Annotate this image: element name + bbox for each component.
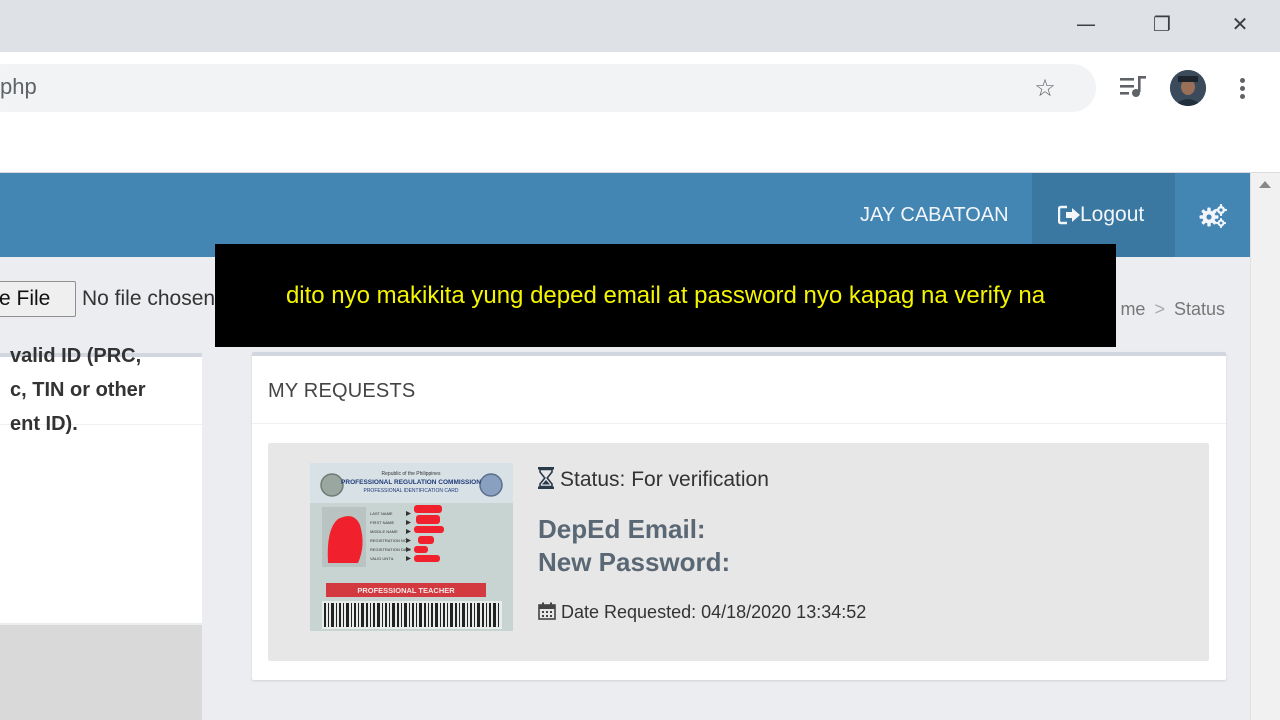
hourglass-icon	[538, 467, 554, 489]
user-name[interactable]: JAY CABATOAN	[860, 204, 1009, 227]
my-requests-box: MY REQUESTS Republic of the Philippines …	[252, 352, 1226, 680]
breadcrumb-current: Status	[1173, 299, 1225, 319]
choose-file-button[interactable]: e File	[0, 281, 76, 317]
card-type: PROFESSIONAL IDENTIFICATION CARD	[363, 488, 458, 494]
restore-button[interactable]: ❐	[1142, 6, 1182, 42]
card-field-5: VALID UNTIL	[370, 556, 395, 561]
card-profession: PROFESSIONAL TEACHER	[357, 586, 455, 595]
close-button[interactable]: ✕	[1220, 6, 1260, 42]
requests-divider	[252, 423, 1226, 424]
card-field-4: REGISTRATION DATE	[370, 547, 412, 552]
date-requested-text: Date Requested: 04/18/2020 13:34:52	[561, 602, 867, 622]
logout-label: Logout	[1080, 203, 1145, 226]
card-field-1: FIRST NAME	[370, 520, 394, 525]
breadcrumb: me > Status	[1120, 299, 1225, 320]
kebab-menu-icon[interactable]	[1232, 72, 1252, 104]
card-field-0: LAST NAME	[370, 511, 393, 516]
status-text: Status: For verification	[560, 468, 769, 491]
video-subtitle: dito nyo makikita yung deped email at pa…	[215, 244, 1116, 347]
deped-email-label: DepEd Email:	[538, 514, 706, 544]
minimize-button[interactable]: —	[1066, 6, 1106, 42]
star-icon[interactable]: ☆	[1030, 76, 1060, 100]
new-password-label: New Password:	[538, 547, 731, 577]
prc-id-image[interactable]: Republic of the Philippines PROFESSIONAL…	[310, 463, 513, 631]
breadcrumb-separator: >	[1154, 299, 1165, 319]
address-text[interactable]: php	[0, 74, 37, 100]
card-agency: PROFESSIONAL REGULATION COMMISSION	[341, 479, 481, 486]
bookmarks-bar	[0, 124, 1280, 173]
request-status: Status: For verification	[538, 467, 769, 492]
requests-title: MY REQUESTS	[268, 380, 416, 402]
browser-toolbar: php ☆	[0, 52, 1280, 124]
calendar-icon	[538, 602, 556, 620]
card-country: Republic of the Philippines	[382, 471, 441, 477]
file-status: No file chosen	[82, 287, 216, 310]
card-field-3: REGISTRATION NO.	[370, 538, 408, 543]
upload-hint: valid ID (PRC, c, TIN or other ent ID).	[10, 345, 146, 435]
gears-icon[interactable]	[1198, 203, 1228, 229]
request-card: Republic of the Philippines PROFESSIONAL…	[268, 443, 1209, 661]
browser-titlebar: — ❐ ✕	[0, 0, 1280, 52]
scroll-up-arrow[interactable]	[1259, 181, 1271, 188]
date-requested: Date Requested: 04/18/2020 13:34:52	[538, 602, 866, 623]
page-scrollbar[interactable]	[1250, 173, 1280, 720]
logout-icon	[1058, 205, 1080, 225]
avatar[interactable]	[1170, 70, 1206, 106]
breadcrumb-home[interactable]: me	[1120, 299, 1145, 319]
address-bar[interactable]: php ☆	[0, 64, 1096, 112]
upload-panel-footer	[0, 625, 202, 720]
card-field-2: MIDDLE NAME	[370, 529, 398, 534]
media-queue-icon[interactable]	[1118, 74, 1148, 100]
